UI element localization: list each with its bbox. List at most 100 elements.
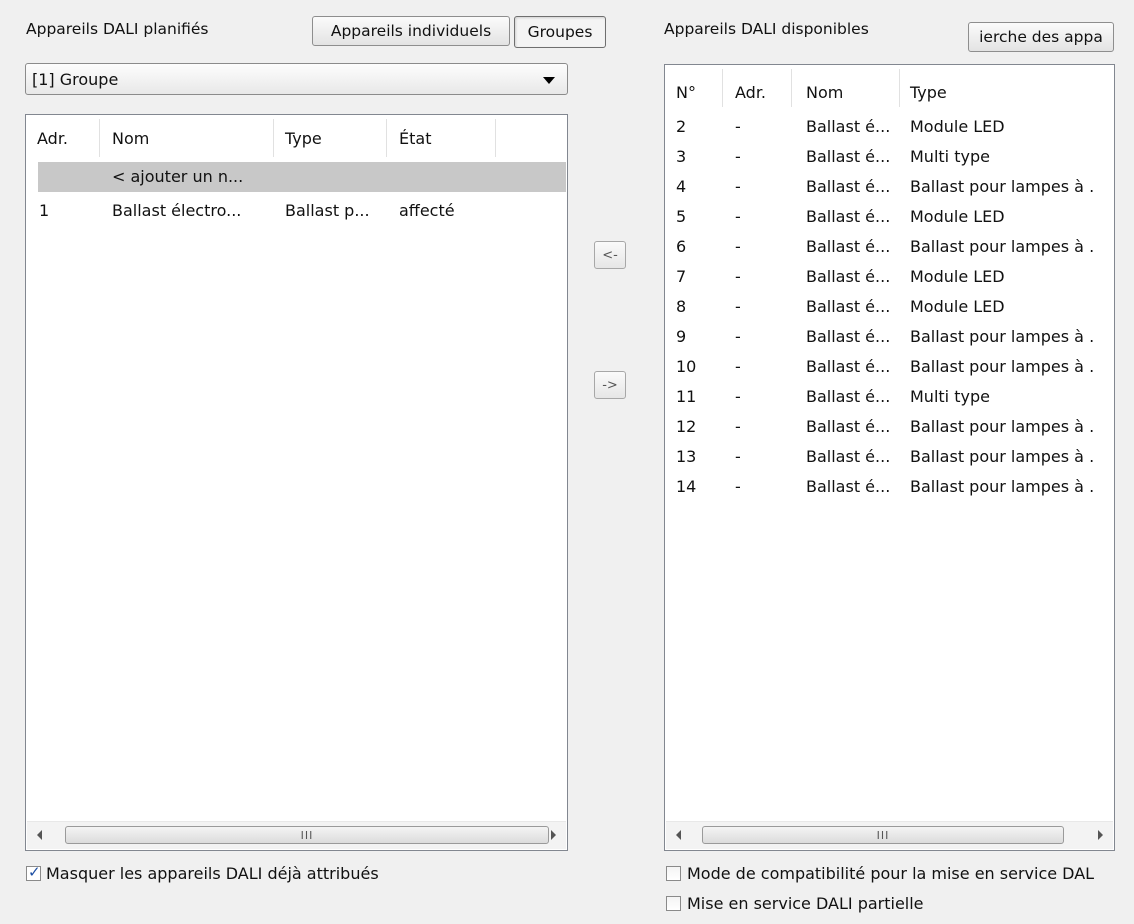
cell-no: 10 <box>676 357 697 376</box>
table-row[interactable]: 9 - Ballast é... Ballast pour lampes à . <box>665 322 1114 352</box>
column-separator[interactable] <box>899 69 900 107</box>
cell-nom: Ballast é... <box>806 387 891 406</box>
column-separator[interactable] <box>386 119 387 157</box>
planned-devices-list[interactable]: Adr. Nom Type État < ajouter un n... 1 B… <box>25 114 568 851</box>
partial-commission-checkbox[interactable] <box>666 896 681 911</box>
table-header: Adr. Nom Type État <box>26 115 567 161</box>
scroll-left-icon[interactable] <box>37 830 42 840</box>
cell-no: 2 <box>676 117 687 136</box>
cell-adr: - <box>735 477 741 496</box>
chevron-down-icon <box>543 77 555 84</box>
cell-nom: Ballast électro... <box>112 201 242 220</box>
cell-nom: Ballast é... <box>806 297 891 316</box>
horizontal-scrollbar[interactable]: III <box>666 821 1113 849</box>
cell-nom: Ballast é... <box>806 477 891 496</box>
cell-type: Module LED <box>910 297 1005 316</box>
cell-nom: Ballast é... <box>806 417 891 436</box>
cell-no: 9 <box>676 327 687 346</box>
cell-type: Ballast p... <box>285 201 370 220</box>
column-header-no[interactable]: N° <box>676 83 696 102</box>
horizontal-scrollbar[interactable]: III <box>27 821 566 849</box>
column-header-adr[interactable]: Adr. <box>37 129 68 148</box>
table-row[interactable]: 3 - Ballast é... Multi type <box>665 142 1114 172</box>
search-devices-button[interactable]: ierche des appa <box>968 22 1114 52</box>
cell-adr: - <box>735 447 741 466</box>
table-header: N° Adr. Nom Type <box>665 65 1114 109</box>
scroll-right-icon[interactable] <box>551 830 556 840</box>
scroll-right-icon[interactable] <box>1098 830 1103 840</box>
compat-mode-checkbox[interactable] <box>666 866 681 881</box>
table-row[interactable]: 5 - Ballast é... Module LED <box>665 202 1114 232</box>
table-row[interactable]: 12 - Ballast é... Ballast pour lampes à . <box>665 412 1114 442</box>
available-devices-list[interactable]: N° Adr. Nom Type 2 - Ballast é... Module LE… <box>664 64 1115 851</box>
table-row[interactable]: 14 - Ballast é... Ballast pour lampes à . <box>665 472 1114 502</box>
cell-adr: - <box>735 417 741 436</box>
table-row[interactable]: 11 - Ballast é... Multi type <box>665 382 1114 412</box>
cell-no: 6 <box>676 237 687 256</box>
cell-adr: - <box>735 177 741 196</box>
cell-type: Ballast pour lampes à . <box>910 447 1095 466</box>
cell-no: 4 <box>676 177 687 196</box>
column-separator[interactable] <box>273 119 274 157</box>
add-new-row[interactable]: < ajouter un n... <box>38 162 566 192</box>
cell-type: Ballast pour lampes à . <box>910 477 1095 496</box>
cell-type: Ballast pour lampes à . <box>910 237 1095 256</box>
table-row[interactable]: 2 - Ballast é... Module LED <box>665 112 1114 142</box>
hide-assigned-checkbox[interactable]: ✓ <box>26 863 41 881</box>
column-separator[interactable] <box>791 69 792 107</box>
cell-adr: - <box>735 387 741 406</box>
cell-no: 12 <box>676 417 697 436</box>
checkmark-icon: ✓ <box>28 863 41 881</box>
cell-nom: Ballast é... <box>806 447 891 466</box>
cell-nom: Ballast é... <box>806 117 891 136</box>
column-header-nom[interactable]: Nom <box>112 129 149 148</box>
cell-nom: Ballast é... <box>806 177 891 196</box>
cell-adr: - <box>735 237 741 256</box>
scrollbar-thumb[interactable]: III <box>702 826 1064 844</box>
cell-no: 11 <box>676 387 697 406</box>
table-row[interactable]: 1 Ballast électro... Ballast p... affect… <box>26 196 567 226</box>
table-row[interactable]: 4 - Ballast é... Ballast pour lampes à . <box>665 172 1114 202</box>
cell-type: Module LED <box>910 267 1005 286</box>
cell-no: 14 <box>676 477 697 496</box>
tab-individual-devices[interactable]: Appareils individuels <box>312 16 510 46</box>
cell-type: Ballast pour lampes à . <box>910 417 1095 436</box>
table-row[interactable]: 7 - Ballast é... Module LED <box>665 262 1114 292</box>
table-row[interactable]: 10 - Ballast é... Ballast pour lampes à . <box>665 352 1114 382</box>
cell-no: 5 <box>676 207 687 226</box>
cell-adr: - <box>735 267 741 286</box>
column-header-etat[interactable]: État <box>399 129 431 148</box>
cell-adr: 1 <box>39 201 50 220</box>
table-row[interactable]: 13 - Ballast é... Ballast pour lampes à . <box>665 442 1114 472</box>
cell-type: Ballast pour lampes à . <box>910 177 1095 196</box>
cell-type: Multi type <box>910 387 990 406</box>
column-separator[interactable] <box>99 119 100 157</box>
cell-type: Module LED <box>910 117 1005 136</box>
cell-type: Module LED <box>910 207 1005 226</box>
compat-mode-label: Mode de compatibilité pour la mise en se… <box>687 864 1095 883</box>
table-row[interactable]: 6 - Ballast é... Ballast pour lampes à . <box>665 232 1114 262</box>
cell-type: Ballast pour lampes à . <box>910 357 1095 376</box>
cell-adr: - <box>735 327 741 346</box>
cell-type: Multi type <box>910 147 990 166</box>
column-header-type[interactable]: Type <box>910 83 947 102</box>
cell-adr: - <box>735 207 741 226</box>
column-separator[interactable] <box>495 119 496 157</box>
column-header-adr[interactable]: Adr. <box>735 83 766 102</box>
cell-nom: Ballast é... <box>806 237 891 256</box>
scroll-left-icon[interactable] <box>676 830 681 840</box>
move-left-button[interactable]: <- <box>594 241 626 269</box>
available-devices-title: Appareils DALI disponibles <box>664 20 869 38</box>
group-select-value: [1] Groupe <box>32 70 119 89</box>
column-header-nom[interactable]: Nom <box>806 83 843 102</box>
group-select[interactable]: [1] Groupe <box>25 63 568 95</box>
column-separator[interactable] <box>722 69 723 107</box>
cell-nom: Ballast é... <box>806 357 891 376</box>
tab-groups[interactable]: Groupes <box>514 16 606 48</box>
scrollbar-thumb[interactable]: III <box>65 826 549 844</box>
cell-adr: - <box>735 147 741 166</box>
table-row[interactable]: 8 - Ballast é... Module LED <box>665 292 1114 322</box>
move-right-button[interactable]: -> <box>594 371 626 399</box>
column-header-type[interactable]: Type <box>285 129 322 148</box>
cell-etat: affecté <box>399 201 455 220</box>
